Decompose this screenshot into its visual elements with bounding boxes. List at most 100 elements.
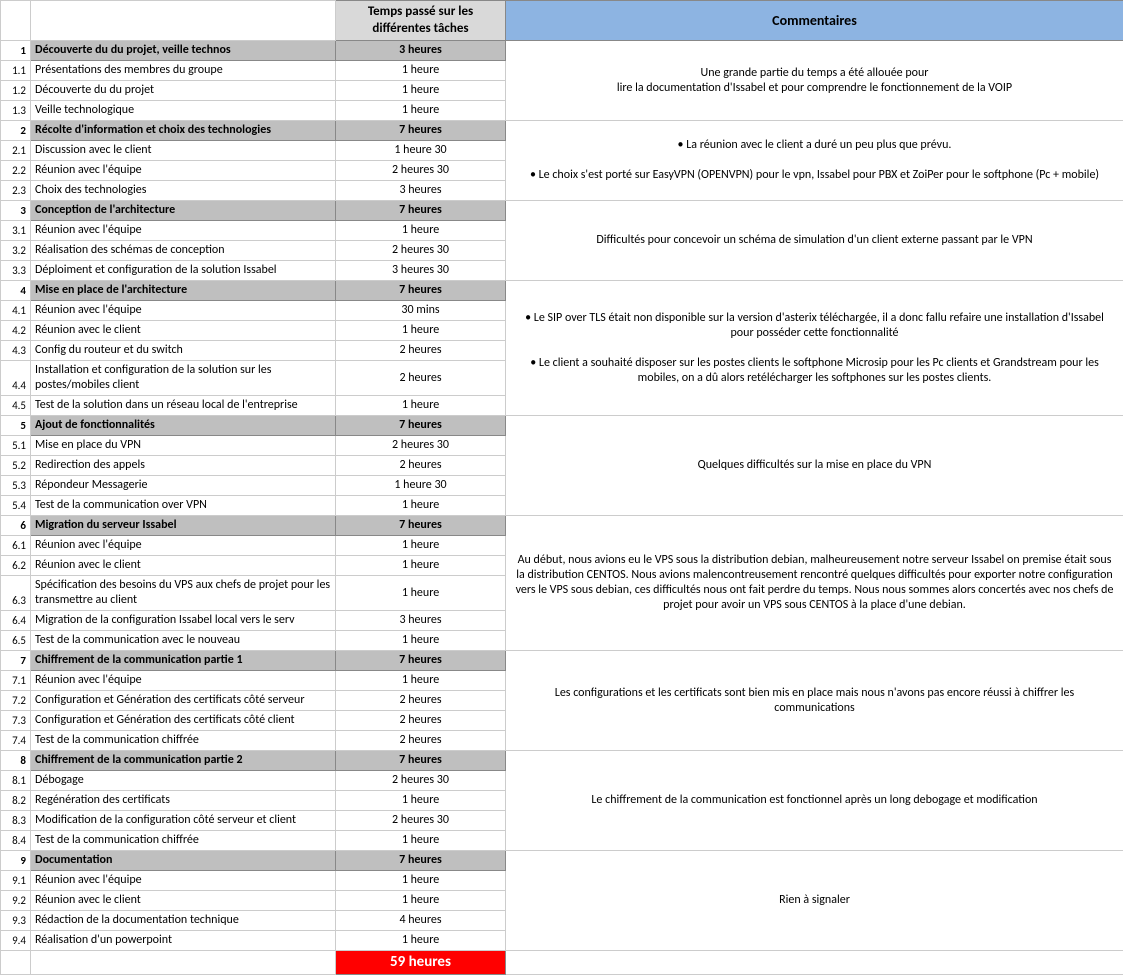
row-num: 1.3 [1, 101, 31, 121]
row-time: 1 heure [336, 791, 506, 811]
section-time: 7 heures [336, 416, 506, 436]
blank-cell [31, 951, 336, 975]
section-comment: • La réunion avec le client a duré un pe… [506, 121, 1123, 201]
header-blank-num [1, 1, 31, 41]
section-time: 7 heures [336, 121, 506, 141]
total-cell: 59 heures [336, 951, 506, 975]
section-comment: Les configurations et les certificats so… [506, 651, 1123, 751]
row-task: Réunion avec l'équipe [31, 161, 336, 181]
row-num: 4.1 [1, 301, 31, 321]
section-num: 3 [1, 201, 31, 221]
row-task: Réalisation d'un powerpoint [31, 931, 336, 951]
section-title: Mise en place de l'architecture [31, 281, 336, 301]
row-time: 30 mins [336, 301, 506, 321]
row-task: Test de la solution dans un réseau local… [31, 396, 336, 416]
row-num: 5.3 [1, 476, 31, 496]
row-task: Modification de la configuration côté se… [31, 811, 336, 831]
row-time: 1 heure [336, 671, 506, 691]
row-time: 2 heures 30 [336, 811, 506, 831]
section-comment: • Le SIP over TLS était non disponible s… [506, 281, 1123, 416]
section-num: 1 [1, 41, 31, 61]
row-num: 3.2 [1, 241, 31, 261]
row-task: Mise en place du VPN [31, 436, 336, 456]
row-time: 1 heure [336, 496, 506, 516]
row-num: 1.2 [1, 81, 31, 101]
section-num: 8 [1, 751, 31, 771]
section-num: 4 [1, 281, 31, 301]
section-title: Migration du serveur Issabel [31, 516, 336, 536]
section-comment: Une grande partie du temps a été allouée… [506, 41, 1123, 121]
section-time: 7 heures [336, 281, 506, 301]
row-num: 8.4 [1, 831, 31, 851]
row-num: 3.1 [1, 221, 31, 241]
section-time: 7 heures [336, 201, 506, 221]
section-time: 7 heures [336, 651, 506, 671]
row-num: 7.3 [1, 711, 31, 731]
section-title: Conception de l'architecture [31, 201, 336, 221]
row-task: Réunion avec le client [31, 891, 336, 911]
row-task: Réunion avec l'équipe [31, 871, 336, 891]
row-num: 8.3 [1, 811, 31, 831]
row-time: 1 heure [336, 221, 506, 241]
row-num: 3.3 [1, 261, 31, 281]
row-num: 4.2 [1, 321, 31, 341]
section-time: 7 heures [336, 851, 506, 871]
row-time: 1 heure [336, 891, 506, 911]
row-num: 5.1 [1, 436, 31, 456]
row-time: 1 heure [336, 631, 506, 651]
section-num: 5 [1, 416, 31, 436]
row-task: Test de la communication over VPN [31, 496, 336, 516]
section-title: Chiffrement de la communication partie 2 [31, 751, 336, 771]
row-time: 2 heures [336, 691, 506, 711]
header-blank-task [31, 1, 336, 41]
section-title: Découverte du du projet, veille technos [31, 41, 336, 61]
row-task: Réunion avec l'équipe [31, 221, 336, 241]
row-time: 1 heure [336, 61, 506, 81]
row-task: Rédaction de la documentation technique [31, 911, 336, 931]
row-num: 4.5 [1, 396, 31, 416]
section-time: 7 heures [336, 751, 506, 771]
row-time: 1 heure 30 [336, 476, 506, 496]
row-task: Réunion avec l'équipe [31, 301, 336, 321]
row-num: 5.2 [1, 456, 31, 476]
row-num: 6.3 [1, 576, 31, 611]
row-time: 1 heure [336, 556, 506, 576]
row-num: 7.1 [1, 671, 31, 691]
timesheet-table: Temps passé sur les différentes tâches C… [0, 0, 1123, 975]
row-time: 2 heures [336, 361, 506, 396]
row-task: Réunion avec l'équipe [31, 536, 336, 556]
section-title: Chiffrement de la communication partie 1 [31, 651, 336, 671]
row-time: 2 heures 30 [336, 241, 506, 261]
row-task: Spécification des besoins du VPS aux che… [31, 576, 336, 611]
row-task: Test de la communication avec le nouveau [31, 631, 336, 651]
row-time: 2 heures 30 [336, 161, 506, 181]
row-num: 9.4 [1, 931, 31, 951]
blank-cell [1, 951, 31, 975]
section-title: Récolte d'information et choix des techn… [31, 121, 336, 141]
section-time: 3 heures [336, 41, 506, 61]
row-num: 6.2 [1, 556, 31, 576]
section-num: 7 [1, 651, 31, 671]
row-task: Veille technologique [31, 101, 336, 121]
section-num: 9 [1, 851, 31, 871]
section-num: 6 [1, 516, 31, 536]
section-title: Ajout de fonctionnalités [31, 416, 336, 436]
row-num: 9.1 [1, 871, 31, 891]
blank-cell [506, 951, 1123, 975]
row-task: Choix des technologies [31, 181, 336, 201]
row-time: 3 heures [336, 181, 506, 201]
row-task: Configuration et Génération des certific… [31, 711, 336, 731]
section-comment: Le chiffrement de la communication est f… [506, 751, 1123, 851]
row-time: 1 heure [336, 871, 506, 891]
section-time: 7 heures [336, 516, 506, 536]
row-time: 2 heures [336, 341, 506, 361]
row-task: Redirection des appels [31, 456, 336, 476]
header-time: Temps passé sur les différentes tâches [336, 1, 506, 41]
row-task: Découverte du du projet [31, 81, 336, 101]
row-task: Réunion avec le client [31, 321, 336, 341]
row-task: Config du routeur et du switch [31, 341, 336, 361]
row-num: 8.2 [1, 791, 31, 811]
row-num: 6.4 [1, 611, 31, 631]
row-time: 2 heures [336, 456, 506, 476]
row-time: 4 heures [336, 911, 506, 931]
